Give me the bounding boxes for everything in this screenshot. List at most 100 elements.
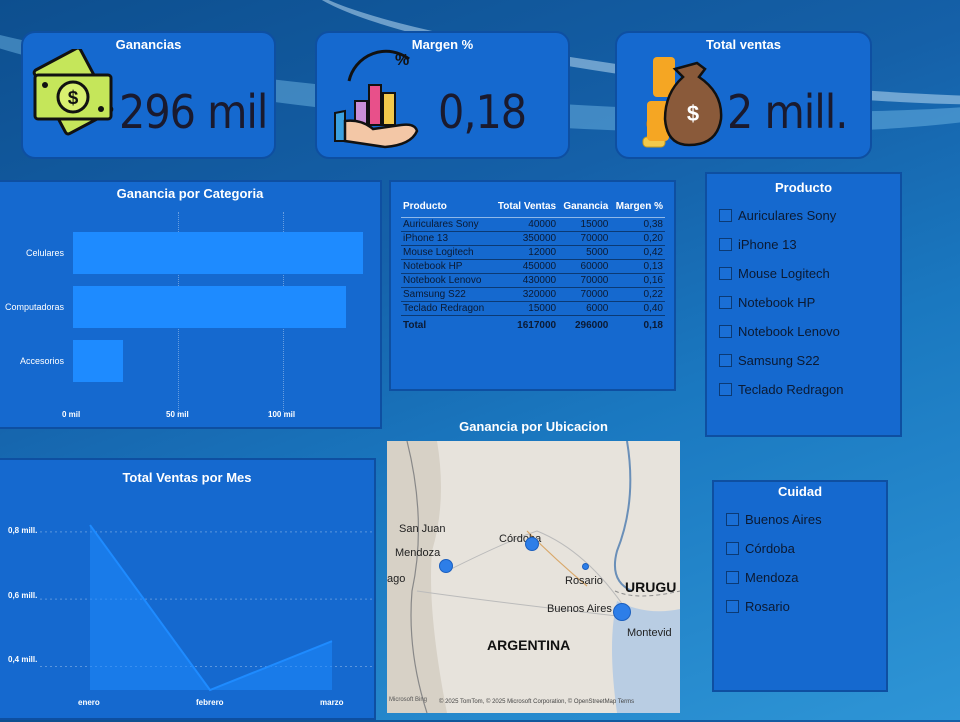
table-row[interactable]: Teclado Redragon 15000 6000 0,40 (401, 301, 665, 316)
table-cell: 12000 (491, 245, 559, 260)
slicer-item-label: Teclado Redragon (738, 382, 844, 397)
slicer-item[interactable]: Buenos Aires (726, 512, 822, 527)
map-label: Rosario (565, 575, 603, 587)
map-ganancia-ubicacion[interactable]: San Juan Mendoza Córdoba Rosario Buenos … (387, 441, 680, 713)
slicer-item-label: Mendoza (745, 570, 799, 585)
table-row[interactable]: Mouse Logitech 12000 5000 0,42 (401, 245, 665, 260)
checkbox[interactable] (726, 513, 739, 526)
table-cell: 15000 (491, 301, 559, 316)
column-header[interactable]: Margen % (610, 198, 665, 218)
total-cell: Total (403, 320, 427, 331)
kpi-card-margen: Margen % % 0,18 (315, 31, 570, 159)
map-label: ARGENTINA (487, 637, 571, 653)
x-tick: enero (78, 698, 100, 707)
table-cell: 0,13 (610, 259, 665, 274)
map-attribution[interactable]: © 2025 TomTom, © 2025 Microsoft Corporat… (439, 699, 634, 705)
kpi-title: Total ventas (706, 37, 781, 52)
kpi-card-ganancias: Ganancias $ 296 mil (21, 31, 276, 159)
slicer-item-label: Notebook Lenovo (738, 324, 840, 339)
area-chart (40, 524, 372, 692)
slicer-item[interactable]: Teclado Redragon (719, 382, 844, 397)
category-label: Accesorios (19, 356, 64, 366)
table-row[interactable]: iPhone 13 350000 70000 0,20 (401, 231, 665, 246)
slicer-item[interactable]: Rosario (726, 599, 790, 614)
chart-title: Ganancia por Categoria (116, 186, 264, 201)
table-row[interactable]: Notebook HP 450000 60000 0,13 (401, 259, 665, 274)
slicer-item-label: Samsung S22 (738, 353, 820, 368)
checkbox[interactable] (726, 571, 739, 584)
table-cell: Notebook Lenovo (401, 273, 492, 288)
x-tick: marzo (320, 698, 344, 707)
bar-celulares[interactable] (73, 232, 363, 274)
chart-ganancia-categoria: Ganancia por Categoria Celulares Computad… (0, 180, 382, 429)
bar-accesorios[interactable] (73, 340, 124, 382)
table-cell: 60000 (558, 259, 611, 274)
checkbox[interactable] (719, 267, 732, 280)
slicer-item[interactable]: Mouse Logitech (719, 266, 830, 281)
product-table: Producto Total Ventas Ganancia Margen % … (401, 198, 665, 332)
map-label: ago (387, 573, 406, 585)
column-header[interactable]: Ganancia (558, 198, 611, 218)
y-tick: 0,6 mill. (8, 591, 38, 600)
table-cell: 0,40 (610, 301, 665, 316)
checkbox[interactable] (719, 354, 732, 367)
slicer-item[interactable]: Notebook Lenovo (719, 324, 840, 339)
map-brand: Microsoft Bing (389, 697, 428, 703)
slicer-item[interactable]: Samsung S22 (719, 353, 820, 368)
slicer-item-label: Auriculares Sony (738, 208, 837, 223)
svg-text:%: % (395, 52, 409, 69)
category-label: Computadoras (4, 302, 64, 312)
table-row[interactable]: Auriculares Sony 40000 15000 0,38 (401, 217, 665, 232)
category-label: Celulares (25, 248, 64, 258)
slicer-item-label: Rosario (745, 599, 790, 614)
column-header[interactable]: Total Ventas (491, 198, 559, 218)
slicer-item[interactable]: iPhone 13 (719, 237, 797, 252)
table-cell: 350000 (491, 231, 559, 246)
slicer-item[interactable]: Auriculares Sony (719, 208, 836, 223)
slicer-item[interactable]: Notebook HP (719, 295, 815, 310)
slicer-item[interactable]: Mendoza (726, 570, 798, 585)
table-cell: 0,16 (610, 273, 665, 288)
checkbox[interactable] (719, 325, 732, 338)
growth-chart-icon: % (331, 41, 429, 153)
table-cell: Samsung S22 (401, 287, 492, 302)
product-table-panel: Producto Total Ventas Ganancia Margen % … (389, 180, 676, 391)
map-bubble-cordoba[interactable] (525, 537, 539, 551)
map-terrain (387, 441, 680, 713)
map-label: URUGU (625, 579, 677, 595)
x-tick: febrero (196, 698, 224, 707)
map-label: Montevid (627, 627, 672, 639)
table-header-row: Producto Total Ventas Ganancia Margen % (401, 198, 665, 218)
slicer-producto: Producto Auriculares Sony iPhone 13 Mouse … (705, 172, 902, 437)
x-tick: 50 mil (166, 410, 189, 419)
checkbox[interactable] (719, 296, 732, 309)
table-row[interactable]: Notebook Lenovo 430000 70000 0,16 (401, 273, 665, 288)
table-cell: 70000 (558, 231, 611, 246)
svg-text:$: $ (68, 88, 79, 109)
checkbox[interactable] (726, 542, 739, 555)
table-row[interactable]: Samsung S22 320000 70000 0,22 (401, 287, 665, 302)
checkbox[interactable] (719, 209, 732, 222)
table-cell: 320000 (491, 287, 559, 302)
kpi-value: 296 mil (119, 85, 268, 139)
map-bubble-mendoza[interactable] (439, 559, 453, 573)
map-bubble-buenos-aires[interactable] (613, 603, 631, 621)
table-cell: 0,20 (610, 231, 665, 246)
checkbox[interactable] (726, 600, 739, 613)
column-header[interactable]: Producto (401, 198, 492, 218)
total-cell: 0,18 (643, 320, 663, 331)
checkbox[interactable] (719, 383, 732, 396)
table-cell: 450000 (491, 259, 559, 274)
map-title: Ganancia por Ubicacion (459, 419, 608, 434)
checkbox[interactable] (719, 238, 732, 251)
slicer-title: Producto (774, 180, 833, 195)
kpi-value: 0,18 (438, 85, 527, 139)
table-cell: 5000 (558, 245, 611, 260)
map-label: Buenos Aires (547, 603, 612, 615)
slicer-item[interactable]: Córdoba (726, 541, 795, 556)
map-bubble-rosario[interactable] (582, 563, 589, 570)
bar-computadoras[interactable] (73, 286, 346, 328)
money-bag-icon: $ (639, 53, 729, 153)
table-cell: 15000 (558, 217, 611, 232)
table-total-row: Total 1617000 296000 0,18 (401, 316, 665, 333)
